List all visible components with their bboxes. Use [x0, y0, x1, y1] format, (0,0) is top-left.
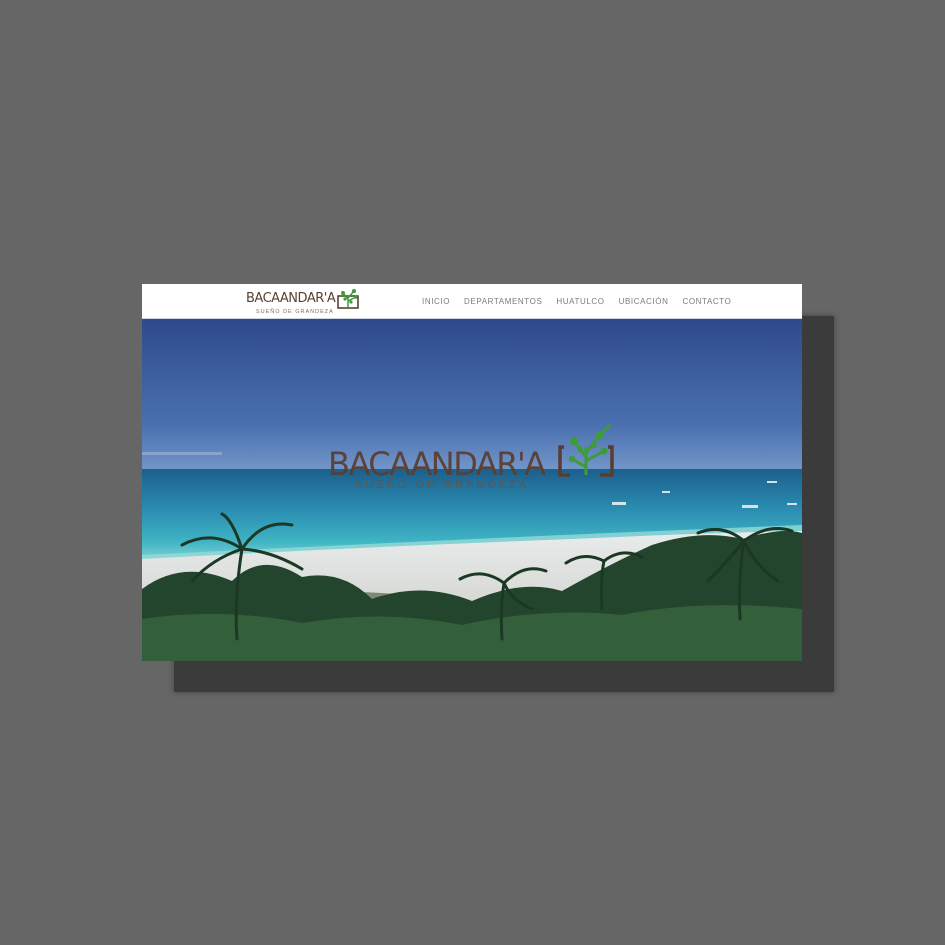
hero-logo: BACAANDAR'A SUEÑO DE GRANDEZA: [328, 423, 628, 517]
nav-logo-tagline: SUEÑO DE GRANDEZA: [256, 309, 334, 315]
nav-item-departamentos[interactable]: DEPARTAMENTOS: [464, 297, 542, 306]
nav-item-inicio[interactable]: INICIO: [422, 297, 450, 306]
plant-box-icon: [337, 289, 359, 309]
main-nav: INICIO DEPARTAMENTOS HUATULCO UBICACIÓN …: [422, 297, 731, 306]
plant-box-icon: [558, 423, 614, 477]
website-mockup: BACAANDAR'A SUEÑO DE GRANDEZA INICIO DEP…: [142, 284, 802, 661]
hero-logo-wordmark: BACAANDAR'A: [328, 445, 546, 483]
nav-item-contacto[interactable]: CONTACTO: [682, 297, 731, 306]
nav-logo[interactable]: BACAANDAR'A SUEÑO DE GRANDEZA: [246, 289, 362, 317]
hero-section: BACAANDAR'A SUEÑO DE GRANDEZA: [142, 319, 802, 661]
nav-item-ubicacion[interactable]: UBICACIÓN: [619, 297, 669, 306]
nav-item-huatulco[interactable]: HUATULCO: [556, 297, 604, 306]
nav-logo-wordmark: BACAANDAR'A: [246, 291, 336, 306]
hero-logo-tagline: SUEÑO DE GRANDEZA: [355, 479, 530, 491]
top-navbar: BACAANDAR'A SUEÑO DE GRANDEZA INICIO DEP…: [142, 284, 802, 319]
